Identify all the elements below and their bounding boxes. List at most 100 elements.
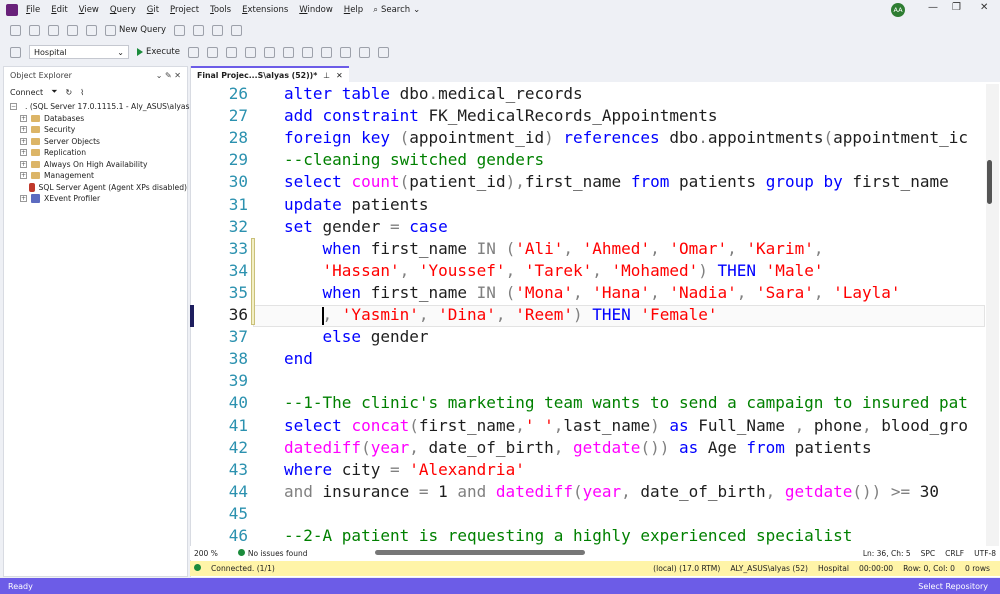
avatar[interactable]: AA [891,3,905,17]
code-line[interactable]: when first_name IN ('Mona', 'Hana', 'Nad… [284,283,901,305]
tree-server-node[interactable]: − . (SQL Server 17.0.1115.1 - Aly_ASUS\a… [10,101,192,113]
select-repository-button[interactable]: Select Repository [918,582,988,591]
activity-icon[interactable]: ⌇ [80,88,84,97]
code-token: end [284,349,313,369]
new-file-icon[interactable] [48,24,59,36]
object-explorer-window-controls[interactable]: ⌄ ✎ ✕ [156,71,181,80]
save-all-icon[interactable] [86,24,97,36]
code-line[interactable]: and insurance = 1 and datediff(year, dat… [284,482,939,504]
connect-icon[interactable] [10,46,21,58]
tree-item-management[interactable]: + Management [20,170,187,182]
cancel-query-icon[interactable] [188,46,199,58]
code-line[interactable]: --2-A patient is requesting a highly exp… [284,526,852,548]
menu-help[interactable]: Help [344,5,363,15]
expand-icon[interactable]: + [20,149,27,157]
horizontal-scrollbar-thumb[interactable] [375,550,585,555]
comment-icon[interactable] [321,46,332,58]
results-to-text-icon[interactable] [264,46,275,58]
tree-item-databases[interactable]: + Databases [20,113,187,125]
menu-project[interactable]: Project [170,5,199,15]
issues-indicator[interactable]: No issues found [237,548,307,558]
code-line[interactable]: add constraint FK_MedicalRecords_Appoint… [284,106,717,128]
vertical-scrollbar-thumb[interactable] [987,160,992,204]
connect-button[interactable]: Connect [10,88,43,97]
app-status-bar: Ready Select Repository [0,578,1000,594]
line-number: 33 [228,238,248,258]
toolbox-icon[interactable] [231,24,243,36]
properties-icon[interactable] [212,24,224,36]
redo-icon[interactable] [193,24,205,36]
encoding[interactable]: UTF-8 [974,549,996,558]
code-line[interactable]: update patients [284,195,429,217]
back-icon[interactable] [10,24,21,36]
results-to-grid-icon[interactable] [283,46,294,58]
expand-icon[interactable]: + [20,114,27,122]
line-ending[interactable]: CRLF [945,549,964,558]
results-to-file-icon[interactable] [302,46,313,58]
forward-icon[interactable] [29,24,40,36]
tree-item-xevent-profiler[interactable]: + XEvent Profiler [20,193,187,205]
code-line[interactable]: , 'Yasmin', 'Dina', 'Reem') THEN 'Female… [284,305,718,327]
code-token: from [630,172,679,192]
uncomment-icon[interactable] [340,46,351,58]
query-options-icon[interactable] [245,46,256,58]
parse-icon[interactable] [207,46,218,58]
filter-icon[interactable]: ⏷ [51,87,57,97]
display-plan-icon[interactable] [226,46,237,58]
refresh-icon[interactable]: ↻ [65,88,72,97]
menu-file[interactable]: File [26,5,40,15]
code-line[interactable]: where city = 'Alexandria' [284,460,525,482]
code-line[interactable]: end [284,349,313,371]
expand-icon[interactable]: + [20,160,27,168]
code-line[interactable]: select count(patient_id),first_name from… [284,172,949,194]
expand-icon[interactable]: + [20,126,27,134]
code-token: date_of_birth [428,437,554,457]
tab-query[interactable]: Final Projec...S\alyas (52))* ⊥ ✕ [191,66,349,82]
zoom-level[interactable]: 200 % [194,549,218,558]
code-line[interactable]: select concat(first_name,' ',last_name) … [284,416,968,438]
search-box[interactable]: ⌕ Search ⌄ [373,5,420,15]
menu-git[interactable]: Git [147,5,159,15]
tree-item-security[interactable]: + Security [20,124,187,136]
vertical-scrollbar[interactable] [986,84,999,546]
close-icon[interactable]: ✕ [980,2,988,13]
code-line[interactable]: foreign key (appointment_id) references … [284,128,968,150]
code-line[interactable]: --cleaning switched genders [284,150,544,172]
expand-icon[interactable]: + [20,137,27,145]
tree-item-sql-agent[interactable]: SQL Server Agent (Agent XPs disabled) [20,182,187,194]
code-line[interactable]: else gender [284,327,429,349]
code-line[interactable]: when first_name IN ('Ali', 'Ahmed', 'Oma… [284,239,824,261]
code-line[interactable]: 'Hassan', 'Youssef', 'Tarek', 'Mohamed')… [284,261,824,283]
indent-icon[interactable] [359,46,370,58]
tree-item-server-objects[interactable]: + Server Objects [20,136,187,148]
menu-query[interactable]: Query [110,5,136,15]
menu-edit[interactable]: Edit [51,5,67,15]
expand-icon[interactable]: + [20,195,27,203]
execute-button[interactable]: Execute [137,47,180,57]
code-token: --2-A patient is requesting a highly exp… [284,526,853,545]
undo-icon[interactable] [174,24,186,36]
expand-icon[interactable]: + [20,172,27,180]
code-line[interactable]: --1-The clinic's marketing team wants to… [284,393,968,415]
minimize-icon[interactable]: — [928,2,938,13]
menu-extensions[interactable]: Extensions [242,5,288,15]
menu-bar: File Edit View Query Git Project Tools E… [26,5,363,15]
outdent-icon[interactable] [378,46,389,58]
database-select[interactable]: Hospital ⌄ [29,45,129,59]
restore-icon[interactable]: ❐ [952,2,961,13]
code-line[interactable]: set gender = case [284,217,448,239]
menu-view[interactable]: View [79,5,99,15]
menu-tools[interactable]: Tools [210,5,231,15]
new-query-button[interactable]: New Query [105,24,166,36]
code-line[interactable]: datediff(year, date_of_birth, getdate())… [284,438,872,460]
collapse-icon[interactable]: − [10,103,17,111]
tree-item-always-on[interactable]: + Always On High Availability [20,159,187,171]
tree-item-replication[interactable]: + Replication [20,147,187,159]
row-col-info: Row: 0, Col: 0 [903,564,955,573]
menu-window[interactable]: Window [299,5,333,15]
save-icon[interactable] [67,24,78,36]
close-icon[interactable]: ✕ [336,71,343,80]
code-line[interactable]: alter table dbo.medical_records [284,84,583,106]
whitespace-mode[interactable]: SPC [921,549,936,558]
pin-icon[interactable]: ⊥ [323,71,330,80]
